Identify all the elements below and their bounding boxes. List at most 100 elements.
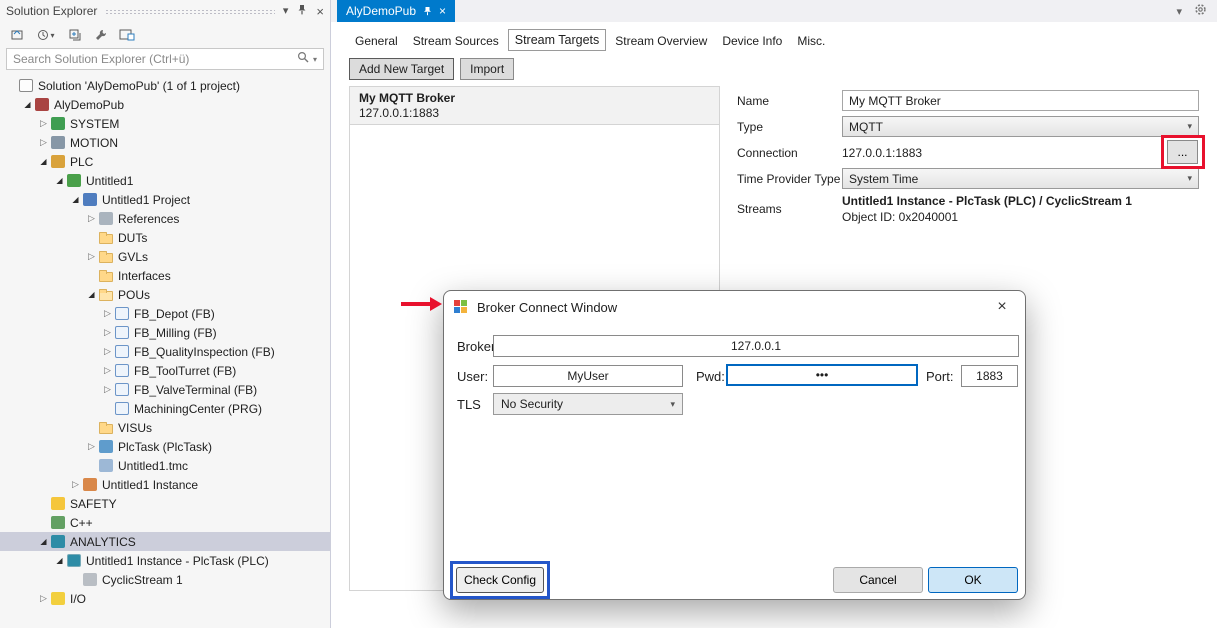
dialog-close-icon[interactable]: ×: [979, 291, 1025, 323]
pwd-field[interactable]: [726, 364, 918, 386]
expand-arrow-icon[interactable]: ◢: [36, 537, 51, 546]
tree-item-motion[interactable]: ▷MOTION: [0, 133, 330, 152]
tree-item-plc[interactable]: ◢ PLC: [0, 152, 330, 171]
tree-item-untitled1-instance-plctask-plc[interactable]: ◢ Untitled1 Instance - PlcTask (PLC): [0, 551, 330, 570]
tree-item-fb-valveterminal-fb[interactable]: ▷FB_ValveTerminal (FB): [0, 380, 330, 399]
tree-item-visus[interactable]: VISUs: [0, 418, 330, 437]
tree-item-system[interactable]: ▷SYSTEM: [0, 114, 330, 133]
tab-device-info[interactable]: Device Info: [716, 31, 788, 51]
ok-button[interactable]: OK: [928, 567, 1018, 593]
tree-item-references[interactable]: ▷References: [0, 209, 330, 228]
folder-icon: [99, 253, 113, 263]
close-icon[interactable]: ×: [316, 5, 324, 18]
expand-arrow-icon[interactable]: ▷: [100, 384, 115, 395]
expand-arrow-icon[interactable]: ▷: [68, 479, 83, 490]
tree-item-fb-toolturret-fb[interactable]: ▷FB_ToolTurret (FB): [0, 361, 330, 380]
broker-field[interactable]: [493, 335, 1019, 357]
properties-wrench-icon[interactable]: [92, 26, 110, 44]
tree-item-solution-alydemopub-1-of-1-project[interactable]: Solution 'AlyDemoPub' (1 of 1 project): [0, 76, 330, 95]
user-field[interactable]: [493, 365, 683, 387]
add-new-target-button[interactable]: Add New Target: [349, 58, 454, 80]
expand-arrow-icon[interactable]: ▷: [36, 137, 51, 148]
pin-icon[interactable]: [297, 4, 307, 18]
tree-item-untitled1[interactable]: ◢Untitled1: [0, 171, 330, 190]
folder-icon: [99, 424, 113, 434]
collapse-all-icon[interactable]: [66, 26, 84, 44]
tree-item-plctask-plctask[interactable]: ▷PlcTask (PlcTask): [0, 437, 330, 456]
tree-item-c[interactable]: C++: [0, 513, 330, 532]
tree-item-pous[interactable]: ◢POUs: [0, 285, 330, 304]
tree-item-duts[interactable]: DUTs: [0, 228, 330, 247]
cancel-button[interactable]: Cancel: [833, 567, 923, 593]
tls-dropdown[interactable]: No Security ▾: [493, 393, 683, 415]
expand-arrow-icon[interactable]: ▷: [36, 593, 51, 604]
tab-stream-targets[interactable]: Stream Targets: [508, 29, 607, 51]
expand-arrow-icon[interactable]: ▷: [100, 346, 115, 357]
cyclic-stream-icon: [83, 573, 97, 586]
chevron-down-icon: ▾: [1187, 121, 1192, 132]
tree-item-fb-milling-fb[interactable]: ▷FB_Milling (FB): [0, 323, 330, 342]
type-dropdown[interactable]: MQTT ▾: [842, 116, 1199, 137]
tree-item-label: PLC: [70, 155, 93, 169]
tab-stream-overview[interactable]: Stream Overview: [609, 31, 713, 51]
document-tab-alydemopub[interactable]: AlyDemoPub ×: [337, 0, 455, 22]
tree-item-label: Untitled1 Instance: [102, 478, 198, 492]
tree-item-label: ANALYTICS: [70, 535, 136, 549]
connection-value: 127.0.0.1:1883: [842, 146, 922, 160]
target-list-item[interactable]: My MQTT Broker 127.0.0.1:1883: [350, 87, 719, 125]
tree-item-untitled1-instance[interactable]: ▷ Untitled1 Instance: [0, 475, 330, 494]
tree-item-untitled1-tmc[interactable]: Untitled1.tmc: [0, 456, 330, 475]
time-provider-dropdown[interactable]: System Time ▾: [842, 168, 1199, 189]
tree-item-alydemopub[interactable]: ◢ AlyDemoPub: [0, 95, 330, 114]
check-config-button[interactable]: Check Config: [456, 567, 544, 593]
tree-item-analytics[interactable]: ◢ ANALYTICS: [0, 532, 330, 551]
tree-item-untitled1-project[interactable]: ◢ Untitled1 Project: [0, 190, 330, 209]
port-field[interactable]: [961, 365, 1018, 387]
tree-item-interfaces[interactable]: Interfaces: [0, 266, 330, 285]
search-options-chevron-icon[interactable]: ▾: [313, 55, 317, 64]
tree-item-i-o[interactable]: ▷I/O: [0, 589, 330, 608]
tab-stream-sources[interactable]: Stream Sources: [407, 31, 505, 51]
expand-arrow-icon[interactable]: ◢: [20, 100, 35, 109]
tab-general[interactable]: General: [349, 31, 404, 51]
expand-arrow-icon[interactable]: ◢: [68, 195, 83, 204]
tree-item-label: AlyDemoPub: [54, 98, 124, 112]
window-gear-icon[interactable]: [1194, 3, 1207, 19]
tab-close-icon[interactable]: ×: [439, 5, 446, 17]
tree-item-label: Untitled1 Instance - PlcTask (PLC): [86, 554, 269, 568]
expand-arrow-icon[interactable]: ▷: [100, 308, 115, 319]
expand-arrow-icon[interactable]: ▷: [84, 251, 99, 262]
tab-misc[interactable]: Misc.: [791, 31, 831, 51]
expand-arrow-icon[interactable]: ◢: [36, 157, 51, 166]
chevron-down-icon[interactable]: ▾: [283, 6, 289, 17]
expand-arrow-icon[interactable]: ▷: [100, 365, 115, 376]
pending-changes-filter-icon[interactable]: ▾: [34, 26, 58, 44]
import-button[interactable]: Import: [460, 58, 514, 80]
tree-item-cyclicstream-1[interactable]: CyclicStream 1: [0, 570, 330, 589]
expand-arrow-icon[interactable]: ▷: [84, 213, 99, 224]
name-field[interactable]: [842, 90, 1199, 111]
tree-item-safety[interactable]: SAFETY: [0, 494, 330, 513]
subtab-bar: GeneralStream SourcesStream TargetsStrea…: [349, 31, 831, 51]
tree-item-fb-depot-fb[interactable]: ▷FB_Depot (FB): [0, 304, 330, 323]
dialog-title-bar[interactable]: Broker Connect Window ×: [444, 291, 1025, 323]
window-chevron-down-icon[interactable]: ▾: [1176, 5, 1182, 18]
search-input[interactable]: [13, 52, 293, 66]
expand-arrow-icon[interactable]: ▷: [100, 327, 115, 338]
instance-icon: [83, 478, 97, 491]
expand-arrow-icon[interactable]: ◢: [84, 290, 99, 299]
tree-item-machiningcenter-prg[interactable]: MachiningCenter (PRG): [0, 399, 330, 418]
tree-item-gvls[interactable]: ▷GVLs: [0, 247, 330, 266]
expand-arrow-icon[interactable]: ▷: [36, 118, 51, 129]
expand-arrow-icon[interactable]: ▷: [84, 441, 99, 452]
search-icon[interactable]: [297, 50, 309, 68]
port-label: Port:: [926, 369, 953, 384]
expand-arrow-icon[interactable]: ◢: [52, 176, 67, 185]
tab-pin-icon[interactable]: [423, 6, 432, 16]
tree-item-fb-qualityinspection-fb[interactable]: ▷FB_QualityInspection (FB): [0, 342, 330, 361]
home-icon[interactable]: [8, 26, 26, 44]
expand-arrow-icon[interactable]: ◢: [52, 556, 67, 565]
connection-browse-button[interactable]: ...: [1167, 140, 1198, 164]
preview-selected-items-icon[interactable]: [118, 26, 136, 44]
tree-item-label: Untitled1 Project: [102, 193, 190, 207]
